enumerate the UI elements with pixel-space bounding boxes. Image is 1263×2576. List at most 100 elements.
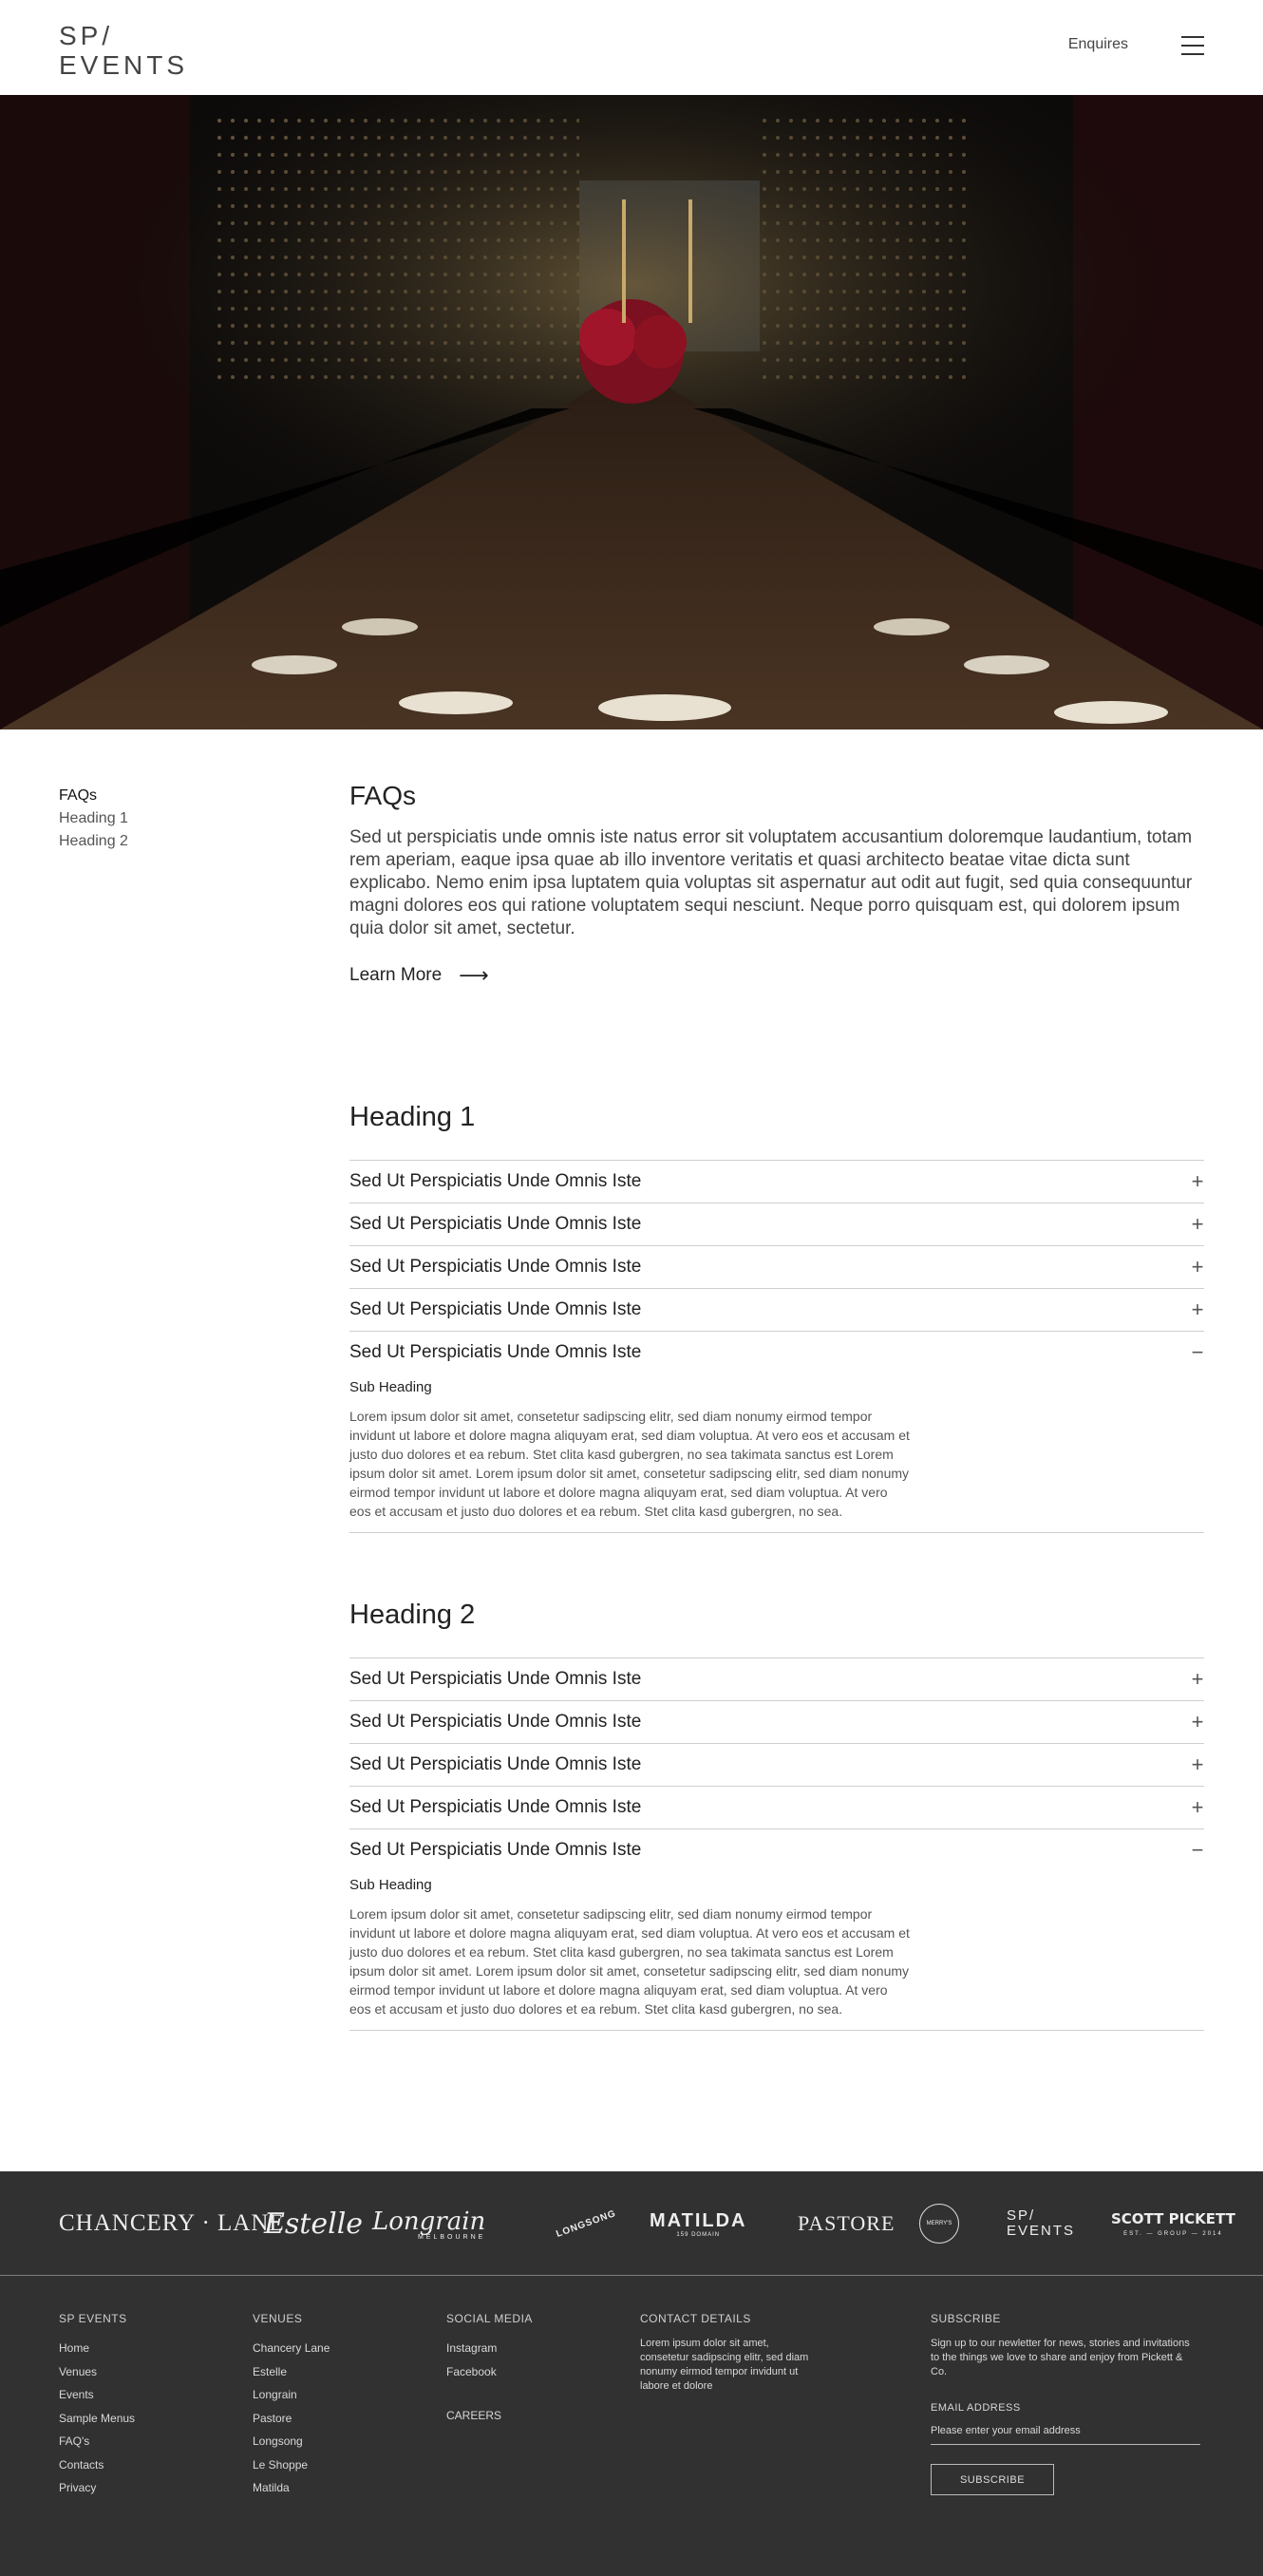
accordion-body: Sub Heading Lorem ipsum dolor sit amet, …	[349, 1871, 1204, 2030]
footer-link-longrain[interactable]: Longrain	[253, 2383, 330, 2407]
accordion-item: Sed Ut Perspiciatis Unde Omnis Iste +	[349, 1700, 1204, 1743]
divider	[349, 1532, 1204, 1533]
group-heading: Heading 1	[349, 1102, 476, 1132]
accordion-question: Sed Ut Perspiciatis Unde Omnis Iste	[349, 1712, 642, 1732]
intro-text: Sed ut perspiciatis unde omnis iste natu…	[349, 827, 1193, 938]
accordion-toggle[interactable]: Sed Ut Perspiciatis Unde Omnis Iste +	[349, 1658, 1204, 1700]
accordion-toggle[interactable]: Sed Ut Perspiciatis Unde Omnis Iste +	[349, 1203, 1204, 1245]
footer-col-title: CONTACT DETAILS	[640, 2312, 751, 2325]
footer-link-privacy[interactable]: Privacy	[59, 2476, 135, 2500]
footer-link-le-shoppe[interactable]: Le Shoppe	[253, 2453, 330, 2477]
accordion-item: Sed Ut Perspiciatis Unde Omnis Iste +	[349, 1288, 1204, 1331]
sp-events-logo[interactable]: SP/ EVENTS	[1007, 2171, 1075, 2276]
plus-icon: +	[1191, 1710, 1204, 1733]
footer-link-matilda[interactable]: Matilda	[253, 2476, 330, 2500]
accordion-question: Sed Ut Perspiciatis Unde Omnis Iste	[349, 1257, 642, 1277]
plus-icon: +	[1191, 1297, 1204, 1321]
accordion-answer: Lorem ipsum dolor sit amet, consetetur s…	[349, 1906, 910, 2017]
footer-col-subscribe: SUBSCRIBE Sign up to our newletter for n…	[931, 2312, 1200, 2495]
accordion-toggle[interactable]: Sed Ut Perspiciatis Unde Omnis Iste +	[349, 1744, 1204, 1786]
longrain-logo[interactable]: Longrain MELBOURNE	[372, 2171, 485, 2276]
footer-link-careers[interactable]: CAREERS	[446, 2404, 533, 2428]
divider	[349, 2030, 1204, 2031]
sp-logo-line-1: SP/	[1007, 2207, 1036, 2224]
matilda-logo-text: MATILDA	[650, 2209, 747, 2231]
le-shoppe-logo-mark: MERRY'S	[919, 2204, 959, 2244]
accordion-sub-heading: Sub Heading	[349, 1877, 432, 1893]
footer-link-chancery-lane[interactable]: Chancery Lane	[253, 2337, 330, 2360]
matilda-logo[interactable]: MATILDA 159 DOMAIN	[650, 2171, 747, 2276]
plus-icon: +	[1191, 1212, 1204, 1236]
footer-link-sample-menus[interactable]: Sample Menus	[59, 2407, 135, 2431]
enquires-link[interactable]: Enquires	[1068, 36, 1128, 53]
plus-icon: +	[1191, 1752, 1204, 1776]
page-title: FAQs	[349, 781, 417, 810]
footer-columns: SP EVENTS Home Venues Events Sample Menu…	[0, 2276, 1263, 2576]
sp-logo-line-2: EVENTS	[1007, 2223, 1076, 2239]
side-nav-heading-1[interactable]: Heading 1	[59, 807, 128, 830]
footer-col-venues: VENUES Chancery Lane Estelle Longrain Pa…	[253, 2312, 330, 2500]
accordion-item: Sed Ut Perspiciatis Unde Omnis Iste +	[349, 1245, 1204, 1288]
accordion-toggle[interactable]: Sed Ut Perspiciatis Unde Omnis Iste +	[349, 1289, 1204, 1331]
accordion-item: Sed Ut Perspiciatis Unde Omnis Iste +	[349, 1743, 1204, 1786]
footer-col-title: SOCIAL MEDIA	[446, 2312, 533, 2325]
footer-col-title: SP EVENTS	[59, 2312, 127, 2325]
arrow-right-icon: ⟶	[459, 963, 489, 987]
accordion-list: Sed Ut Perspiciatis Unde Omnis Iste + Se…	[349, 1657, 1204, 2031]
footer-link-pastore[interactable]: Pastore	[253, 2407, 330, 2431]
minus-icon: −	[1191, 1340, 1204, 1364]
plus-icon: +	[1191, 1169, 1204, 1193]
scott-pickett-logo[interactable]: SCOTT PICKETT EST. — GROUP — 2014	[1111, 2171, 1235, 2276]
side-nav: FAQs Heading 1 Heading 2	[59, 785, 128, 853]
accordion-item: Sed Ut Perspiciatis Unde Omnis Iste +	[349, 1160, 1204, 1203]
learn-more-label: Learn More	[349, 965, 443, 985]
site-logo[interactable]: SP/ EVENTS	[59, 21, 188, 80]
footer-link-facebook[interactable]: Facebook	[446, 2360, 533, 2384]
accordion-item: Sed Ut Perspiciatis Unde Omnis Iste +	[349, 1203, 1204, 1245]
accordion-toggle[interactable]: Sed Ut Perspiciatis Unde Omnis Iste −	[349, 1332, 1204, 1373]
accordion-question: Sed Ut Perspiciatis Unde Omnis Iste	[349, 1669, 642, 1689]
email-input[interactable]	[931, 2425, 1200, 2445]
footer-col-sp-events: SP EVENTS Home Venues Events Sample Menu…	[59, 2312, 135, 2500]
chancery-lane-logo[interactable]: CHANCERY · LANE	[59, 2171, 285, 2276]
accordion-item: Sed Ut Perspiciatis Unde Omnis Iste +	[349, 1786, 1204, 1828]
side-nav-heading-2[interactable]: Heading 2	[59, 830, 128, 853]
faq-intro: FAQs Sed ut perspiciatis unde omnis iste…	[349, 781, 1204, 988]
side-nav-faqs[interactable]: FAQs	[59, 785, 128, 807]
footer-link-instagram[interactable]: Instagram	[446, 2337, 533, 2360]
le-shoppe-logo[interactable]: MERRY'S	[919, 2171, 961, 2276]
accordion-toggle[interactable]: Sed Ut Perspiciatis Unde Omnis Iste −	[349, 1829, 1204, 1871]
estelle-logo[interactable]: Estelle	[264, 2171, 363, 2276]
logo-line-2: EVENTS	[59, 50, 189, 80]
logo-line-1: SP/	[59, 21, 114, 50]
site-header: SP/ EVENTS Enquires	[0, 0, 1263, 95]
plus-icon: +	[1191, 1795, 1204, 1819]
accordion-toggle[interactable]: Sed Ut Perspiciatis Unde Omnis Iste +	[349, 1701, 1204, 1743]
pastore-logo[interactable]: PASTORE	[798, 2171, 895, 2276]
longrain-logo-sub: MELBOURNE	[417, 2233, 486, 2241]
longsong-logo[interactable]: LONGSONG	[538, 2164, 633, 2283]
footer-link-events[interactable]: Events	[59, 2383, 135, 2407]
learn-more-link[interactable]: Learn More ⟶	[349, 963, 489, 988]
hero-image	[0, 95, 1263, 729]
footer-link-venues[interactable]: Venues	[59, 2360, 135, 2384]
faq-group-2: Heading 2 Sed Ut Perspiciatis Unde Omnis…	[349, 1600, 1204, 2031]
accordion-toggle[interactable]: Sed Ut Perspiciatis Unde Omnis Iste +	[349, 1787, 1204, 1828]
footer-link-longsong[interactable]: Longsong	[253, 2430, 330, 2453]
group-heading: Heading 2	[349, 1600, 476, 1630]
subscribe-button[interactable]: SUBSCRIBE	[931, 2464, 1054, 2495]
footer-link-home[interactable]: Home	[59, 2337, 135, 2360]
accordion-item-open: Sed Ut Perspiciatis Unde Omnis Iste − Su…	[349, 1828, 1204, 2030]
footer-link-estelle[interactable]: Estelle	[253, 2360, 330, 2384]
footer-link-faqs[interactable]: FAQ's	[59, 2430, 135, 2453]
faq-group-1: Heading 1 Sed Ut Perspiciatis Unde Omnis…	[349, 1102, 1204, 1533]
scott-pickett-logo-sub: EST. — GROUP — 2014	[1123, 2231, 1223, 2237]
accordion-toggle[interactable]: Sed Ut Perspiciatis Unde Omnis Iste +	[349, 1161, 1204, 1203]
accordion-toggle[interactable]: Sed Ut Perspiciatis Unde Omnis Iste +	[349, 1246, 1204, 1288]
email-label: EMAIL ADDRESS	[931, 2402, 1021, 2414]
footer-link-contacts[interactable]: Contacts	[59, 2453, 135, 2477]
hamburger-menu-icon[interactable]	[1181, 36, 1204, 55]
subscribe-text: Sign up to our newletter for news, stori…	[931, 2338, 1190, 2377]
brand-logo-strip: CHANCERY · LANE Estelle Longrain MELBOUR…	[0, 2171, 1263, 2276]
accordion-item: Sed Ut Perspiciatis Unde Omnis Iste +	[349, 1657, 1204, 1700]
